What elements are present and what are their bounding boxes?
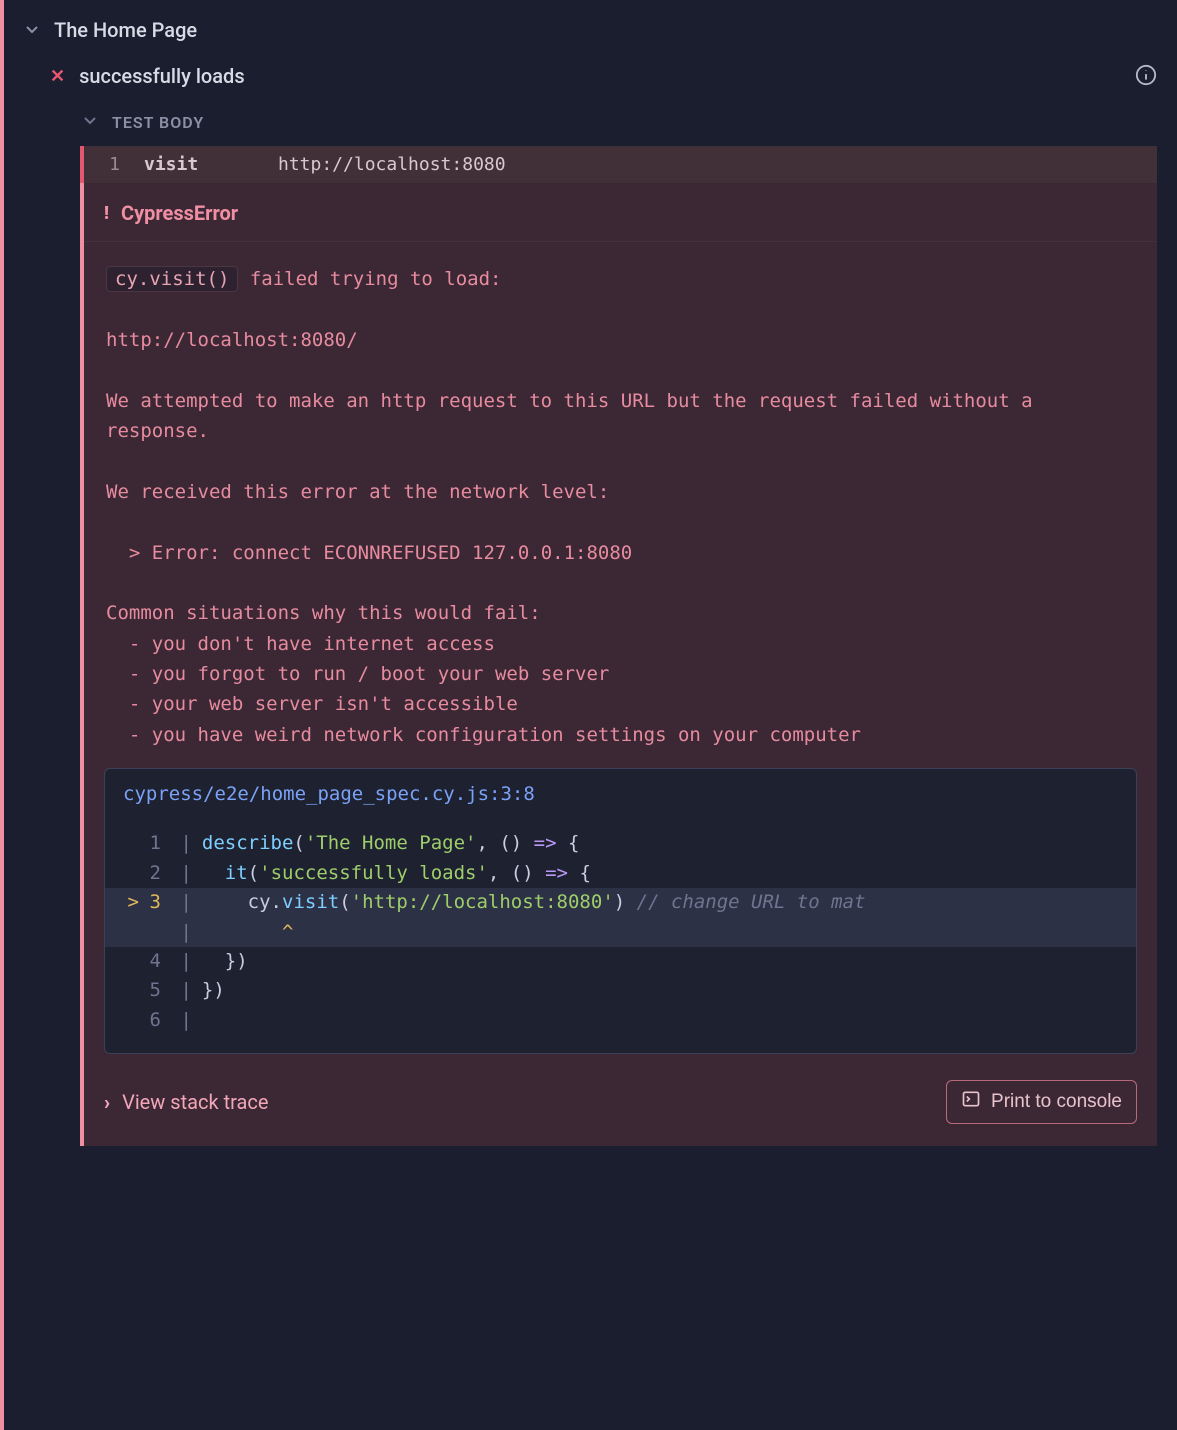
code-line: > 3 | cy.visit('http://localhost:8080') … [105,888,1136,917]
test-body-toggle[interactable]: TEST BODY [4,102,1177,146]
suite-title: The Home Page [54,18,197,42]
code-line: 1 |describe('The Home Page', () => { [105,829,1136,858]
code-line: 4 | }) [105,947,1136,976]
code-listing: 1 |describe('The Home Page', () => { 2 |… [105,819,1136,1053]
print-label: Print to console [991,1091,1122,1113]
console-icon [961,1089,981,1115]
error-message: cy.visit() failed trying to load: http:/… [84,242,1157,768]
chevron-down-icon [82,112,98,132]
code-chip: cy.visit() [106,266,238,292]
error-block: ! CypressError cy.visit() failed trying … [84,183,1157,1146]
code-caret-line: | ^ [105,918,1136,947]
code-file-path[interactable]: cypress/e2e/home_page_spec.cy.js:3:8 [105,769,1136,819]
view-stack-trace-button[interactable]: › View stack trace [104,1090,268,1114]
exclamation-icon: ! [104,203,109,224]
info-icon[interactable] [1135,64,1157,91]
command-arg: http://localhost:8080 [278,154,506,175]
test-body-label: TEST BODY [112,113,204,132]
command-row[interactable]: 1 visit http://localhost:8080 [80,146,1157,183]
code-line: 5 |}) [105,976,1136,1005]
stack-label: View stack trace [122,1090,268,1114]
error-header: ! CypressError [84,183,1157,242]
suite-header[interactable]: The Home Page [4,10,1177,50]
error-panel: 1 visit http://localhost:8080 ! CypressE… [80,146,1157,1146]
test-header[interactable]: ✕ successfully loads [4,50,1177,102]
chevron-right-icon: › [104,1090,110,1114]
code-frame: cypress/e2e/home_page_spec.cy.js:3:8 1 |… [104,768,1137,1054]
command-index: 1 [100,154,120,175]
code-line: 2 | it('successfully loads', () => { [105,859,1136,888]
code-line: 6 | [105,1006,1136,1035]
runner-panel: The Home Page ✕ successfully loads TEST … [0,0,1177,1430]
chevron-down-icon [24,18,40,42]
error-footer: › View stack trace Print to console [84,1054,1157,1146]
fail-icon: ✕ [50,66,65,87]
command-name: visit [144,154,254,175]
error-title: CypressError [121,201,238,225]
print-to-console-button[interactable]: Print to console [946,1080,1137,1124]
test-title: successfully loads [79,64,245,88]
